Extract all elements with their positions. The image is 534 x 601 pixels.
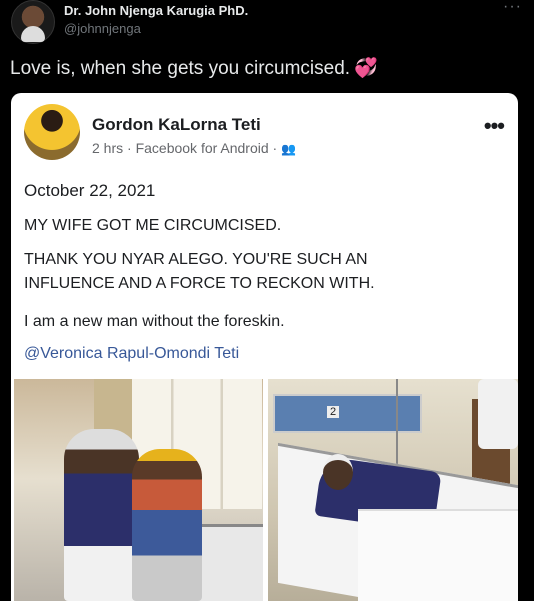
post-line: INFLUENCE AND A FORCE TO RECKON WITH. [24, 275, 375, 292]
mention-link: @Veronica Rapul-Omondi Teti [24, 345, 240, 362]
facebook-post-screenshot[interactable]: Gordon KaLorna Teti 2 hrs · Facebook for… [11, 93, 518, 601]
tweet-header: Dr. John Njenga Karugia PhD. @johnnjenga… [8, 0, 528, 48]
post-line: I am a new man without the foreskin. [24, 313, 285, 330]
fb-author-name: Gordon KaLorna Teti [92, 115, 261, 134]
fb-more-icon: ••• [483, 113, 505, 138]
photo-patient-in-bed: 2 [268, 379, 518, 601]
friends-icon: 👥 [281, 142, 297, 156]
fb-meta-text: 2 hrs · Facebook for Android · [92, 140, 278, 156]
patient-head [323, 454, 353, 490]
post-line: THANK YOU NYAR ALEGO. YOU'RE SUCH AN [24, 251, 368, 268]
revolving-hearts-icon: 💞 [354, 58, 378, 79]
photo-couple-hospital [14, 379, 263, 601]
post-line: MY WIFE GOT ME CIRCUMCISED. [24, 217, 282, 234]
fb-author-avatar [24, 104, 80, 160]
author-handle[interactable]: @johnnjenga [64, 21, 141, 36]
woman-figure [132, 449, 202, 601]
man-figure [64, 429, 139, 601]
wall-panel: 2 [273, 394, 422, 433]
fb-post-meta: 2 hrs · Facebook for Android · 👥 [92, 140, 296, 156]
post-date: October 22, 2021 [24, 181, 156, 200]
panel-number: 2 [327, 406, 340, 418]
tweet-body: Love is, when she gets you circumcised. [10, 58, 351, 79]
author-avatar[interactable] [11, 0, 55, 44]
author-name[interactable]: Dr. John Njenga Karugia PhD. [64, 3, 248, 18]
blanket [358, 509, 518, 601]
more-icon[interactable]: ··· [503, 0, 522, 16]
towel [478, 379, 518, 449]
tweet-text: Love is, when she gets you circumcised. 💞 [10, 56, 378, 80]
